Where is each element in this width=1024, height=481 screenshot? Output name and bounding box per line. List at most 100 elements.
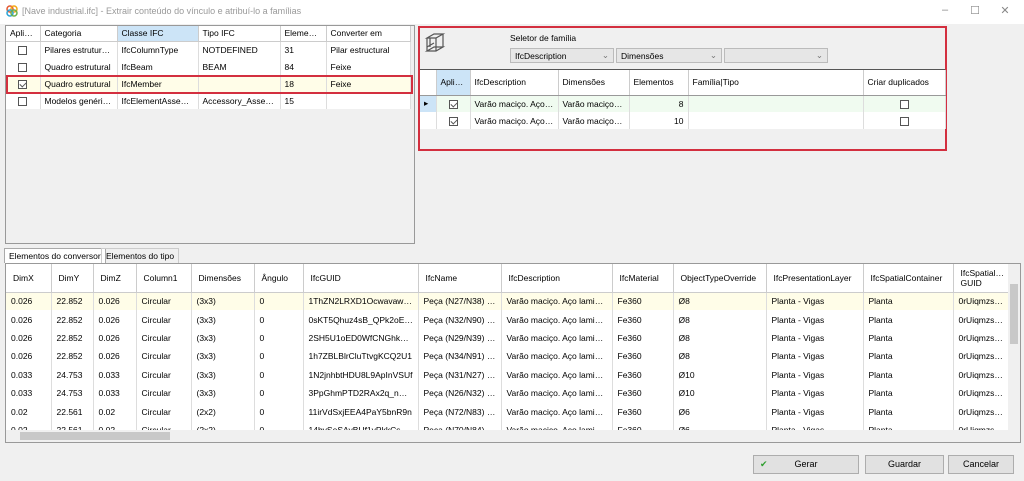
apply-checkbox[interactable]: [18, 62, 28, 72]
element-row[interactable]: 0.026 22.852 0.026 Circular (3x3) 0 1ThZN2LRXD…: [6, 292, 1010, 311]
apply-checkbox[interactable]: [18, 45, 28, 55]
column-header[interactable]: IfcMaterial: [612, 264, 674, 293]
element-row[interactable]: 0.02 22.561 0.02 Circular (2x2) 0 11irVdSxjEEA…: [6, 402, 1010, 421]
row-header[interactable]: ▸: [420, 95, 437, 112]
family-row[interactable]: Varão maciço. Aço la... Varão maciço. A..…: [420, 112, 946, 129]
category-row[interactable]: Pilares estruturais IfcColumnType NOTDEFIN…: [6, 41, 411, 58]
element-row[interactable]: 0.026 22.852 0.026 Circular (3x3) 0 2SH5U1oED0…: [6, 328, 1010, 348]
apply-checkbox-cell[interactable]: [6, 92, 41, 109]
element-cell: Ø8: [673, 328, 767, 348]
col-aplicar[interactable]: Aplicar: [6, 26, 41, 42]
column-header[interactable]: DimX: [6, 264, 52, 293]
element-cell: Fe360: [612, 402, 674, 421]
column-header[interactable]: Column1: [136, 264, 192, 293]
col-converter-em[interactable]: Converter em: [326, 26, 411, 42]
cell-classe: IfcColumnType: [117, 41, 199, 58]
column-header[interactable]: IfcGUID: [303, 264, 419, 293]
element-cell: Peça (N32/N90) (Ø8): [418, 310, 502, 329]
element-cell: 0rUiqmzsLEFg: [953, 328, 1010, 348]
column-header[interactable]: IfcName: [418, 264, 502, 293]
col-elementos[interactable]: Elementos: [629, 70, 689, 96]
column-header[interactable]: DimZ: [93, 264, 137, 293]
dropdown-2[interactable]: Dimensões ⌄: [616, 48, 722, 63]
col-familia-tipo[interactable]: Família|Tipo: [688, 70, 864, 96]
category-row[interactable]: Modelos genéricos IfcElementAssembly Acces…: [6, 92, 411, 109]
column-header[interactable]: IfcDescription: [501, 264, 613, 293]
cancelar-button[interactable]: Cancelar: [948, 455, 1014, 474]
duplicate-checkbox[interactable]: [899, 116, 909, 126]
check-icon: ✔: [760, 459, 768, 469]
family-row[interactable]: ▸ Varão maciço. Aço la... Varão maciço. A.…: [420, 95, 946, 112]
close-button[interactable]: ✕: [995, 4, 1015, 17]
apply-checkbox-cell[interactable]: [6, 75, 41, 92]
element-cell: 22.852: [51, 292, 94, 311]
column-header[interactable]: IfcSpatialContainer: [863, 264, 954, 293]
col-elementos[interactable]: Elementos: [280, 26, 327, 42]
category-row[interactable]: Quadro estrutural IfcMember 18 Feixe: [6, 75, 411, 92]
duplicate-checkbox-cell[interactable]: [863, 95, 946, 112]
col-categoria[interactable]: Categoria: [40, 26, 118, 42]
column-header[interactable]: Ângulo: [254, 264, 304, 293]
minimize-button[interactable]: –: [935, 4, 955, 16]
col-dimensoes[interactable]: Dimensões: [558, 70, 630, 96]
col-tipo-ifc[interactable]: Tipo IFC: [198, 26, 281, 42]
element-cell: Varão maciço. Aço laminado: [501, 402, 613, 421]
element-row[interactable]: 0.026 22.852 0.026 Circular (3x3) 0 0sKT5Qhuz4…: [6, 310, 1010, 329]
element-cell: Varão maciço. Aço laminado: [501, 328, 613, 348]
cell-desc: Varão maciço. Aço la...: [470, 95, 559, 112]
column-header[interactable]: IfcSpatialContainer GUID: [953, 264, 1010, 293]
col-classe-ifc[interactable]: Classe IFC: [117, 26, 199, 42]
apply-checkbox-cell[interactable]: [436, 112, 471, 129]
horizontal-scrollbar[interactable]: [6, 430, 1020, 442]
element-cell: 1N2jnhbtHDU8L9ApInVSUf: [303, 365, 419, 384]
category-row[interactable]: Quadro estrutural IfcBeam BEAM 84 Feixe: [6, 58, 411, 75]
apply-checkbox-cell[interactable]: [6, 58, 41, 75]
col-ifcdescription[interactable]: IfcDescription: [470, 70, 559, 96]
title-bar: [Nave industrial.ifc] - Extrair conteúdo…: [0, 0, 1024, 24]
element-cell: 0.026: [93, 347, 137, 366]
element-cell: Planta - Vigas: [766, 383, 864, 403]
apply-checkbox[interactable]: [448, 99, 458, 109]
cell-familia-tipo[interactable]: [688, 95, 864, 112]
element-row[interactable]: 0.033 24.753 0.033 Circular (3x3) 0 1N2jnhbtHD…: [6, 365, 1010, 384]
column-header[interactable]: DimY: [51, 264, 94, 293]
col-aplicar[interactable]: Aplicar: [436, 70, 471, 96]
cell-desc: Varão maciço. Aço la...: [470, 112, 559, 129]
apply-checkbox-cell[interactable]: [436, 95, 471, 112]
element-cell: Varão maciço. Aço laminado: [501, 310, 613, 329]
vertical-scrollbar[interactable]: [1008, 264, 1020, 430]
col-criar-duplicados[interactable]: Criar duplicados: [863, 70, 946, 96]
element-cell: Fe360: [612, 328, 674, 348]
row-header[interactable]: [420, 112, 437, 129]
apply-checkbox[interactable]: [18, 96, 28, 106]
element-cell: Circular: [136, 402, 192, 421]
cell-dim: Varão maciço. A...: [558, 112, 630, 129]
cell-classe: IfcMember: [117, 75, 199, 92]
apply-checkbox-cell[interactable]: [6, 41, 41, 58]
apply-checkbox[interactable]: [448, 116, 458, 126]
maximize-button[interactable]: ☐: [965, 4, 985, 17]
element-cell: Varão maciço. Aço laminado: [501, 347, 613, 366]
column-header[interactable]: IfcPresentationLayer: [766, 264, 864, 293]
element-cell: Planta: [863, 292, 954, 311]
element-cell: Peça (N72/N83) (Ø6): [418, 402, 502, 421]
column-header[interactable]: Dimensões: [191, 264, 255, 293]
cell-familia-tipo[interactable]: [688, 112, 864, 129]
dropdown-3[interactable]: ⌄: [724, 48, 828, 63]
gerar-button[interactable]: ✔ Gerar: [753, 455, 859, 474]
element-cell: Circular: [136, 383, 192, 403]
element-row[interactable]: 0.033 24.753 0.033 Circular (3x3) 0 3PpGhmPTD2…: [6, 383, 1010, 403]
element-cell: Planta - Vigas: [766, 292, 864, 311]
element-cell: 0: [254, 402, 304, 421]
tab-elementos-do-tipo[interactable]: Elementos do tipo: [101, 248, 180, 263]
duplicate-checkbox[interactable]: [899, 99, 909, 109]
dropdown-1[interactable]: IfcDescription ⌄: [510, 48, 614, 63]
tab-elementos-do-conversor[interactable]: Elementos do conversor: [4, 248, 106, 263]
column-header[interactable]: ObjectTypeOverride: [673, 264, 767, 293]
guardar-button[interactable]: Guardar: [865, 455, 944, 474]
element-cell: 0: [254, 347, 304, 366]
apply-checkbox[interactable]: [18, 79, 28, 89]
element-row[interactable]: 0.026 22.852 0.026 Circular (3x3) 0 1h7ZBLBlrC…: [6, 347, 1010, 366]
element-cell: 0rUiqmzsLEFg: [953, 292, 1010, 311]
duplicate-checkbox-cell[interactable]: [863, 112, 946, 129]
